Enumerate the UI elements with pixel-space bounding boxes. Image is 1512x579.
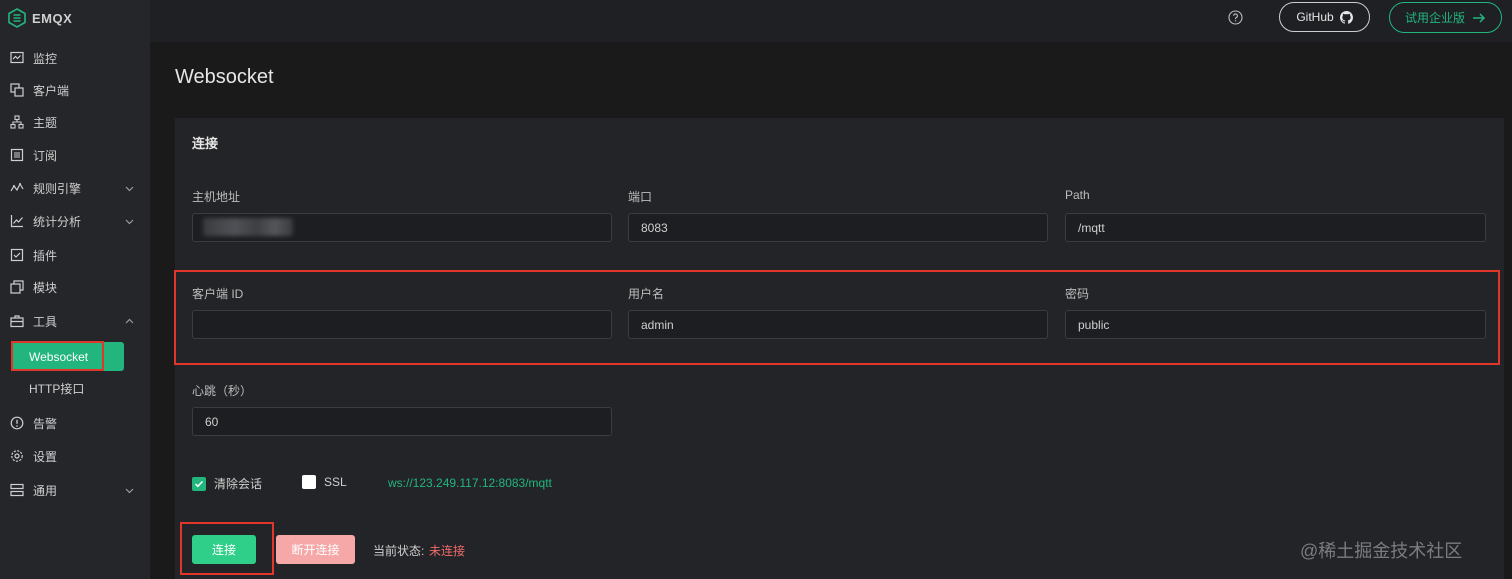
sidebar-item-label: 规则引擎 xyxy=(33,181,82,196)
chevron-down-icon xyxy=(125,184,134,193)
chevron-down-icon xyxy=(125,486,134,495)
clients-icon xyxy=(10,83,24,97)
sidebar-item-settings[interactable]: 设置 xyxy=(0,443,150,469)
password-label: 密码 xyxy=(1065,287,1090,301)
path-label: Path xyxy=(1065,188,1090,202)
sidebar-item-label: 订阅 xyxy=(33,148,58,163)
sidebar-item-label: 模块 xyxy=(33,280,58,295)
disconnect-button[interactable]: 断开连接 xyxy=(276,535,355,564)
github-button[interactable]: GitHub xyxy=(1279,2,1370,32)
connect-button[interactable]: 连接 xyxy=(192,535,256,564)
chevron-down-icon xyxy=(125,217,134,226)
topics-icon xyxy=(10,115,24,129)
sidebar-item-label: 统计分析 xyxy=(33,214,82,229)
sidebar: EMQX 监控 客户端 主题 订阅 规则引擎 统计分析 插件 模块 工具 Web… xyxy=(0,0,150,579)
general-icon xyxy=(10,483,24,497)
sidebar-item-label: 客户端 xyxy=(33,83,70,98)
client-id-label: 客户端 ID xyxy=(192,287,244,301)
gear-icon xyxy=(10,449,24,463)
username-input[interactable] xyxy=(628,310,1048,339)
sidebar-subitem-http-api[interactable]: HTTP接口 xyxy=(0,375,150,401)
sidebar-item-label: 设置 xyxy=(33,449,58,464)
sidebar-item-label: 通用 xyxy=(33,483,58,498)
path-input[interactable] xyxy=(1065,213,1486,242)
sidebar-item-general[interactable]: 通用 xyxy=(0,477,150,503)
sidebar-item-modules[interactable]: 模块 xyxy=(0,274,150,300)
rule-engine-icon xyxy=(10,181,24,195)
chevron-up-icon xyxy=(125,317,134,326)
arrow-right-icon xyxy=(1473,12,1486,23)
redacted-host-value xyxy=(203,218,293,236)
sidebar-item-label: 监控 xyxy=(33,51,58,66)
connection-card xyxy=(175,118,1504,579)
sidebar-item-label: 告警 xyxy=(33,416,58,431)
port-label: 端口 xyxy=(628,190,653,204)
sidebar-item-tools[interactable]: 工具 xyxy=(0,308,150,334)
checkbox-unchecked-icon xyxy=(302,475,316,489)
checkbox-checked-icon xyxy=(192,476,206,491)
page-title: Websocket xyxy=(175,66,274,88)
brand-name: EMQX xyxy=(32,10,73,26)
sidebar-item-plugins[interactable]: 插件 xyxy=(0,242,150,268)
sidebar-item-monitor[interactable]: 监控 xyxy=(0,45,150,71)
modules-icon xyxy=(10,280,24,294)
ssl-label: SSL xyxy=(324,475,347,489)
sidebar-item-label: 插件 xyxy=(33,248,58,263)
ssl-checkbox[interactable]: SSL xyxy=(302,475,347,489)
sidebar-item-label: 工具 xyxy=(33,314,58,329)
keepalive-input[interactable] xyxy=(192,407,612,436)
sidebar-item-rule-engine[interactable]: 规则引擎 xyxy=(0,175,150,201)
alarm-icon xyxy=(10,416,24,430)
sidebar-item-analytics[interactable]: 统计分析 xyxy=(0,208,150,234)
password-input[interactable] xyxy=(1065,310,1486,339)
subscriptions-icon xyxy=(10,148,24,162)
watermark: @稀土掘金技术社区 xyxy=(1300,541,1463,561)
port-input[interactable] xyxy=(628,213,1048,242)
sidebar-item-clients[interactable]: 客户端 xyxy=(0,77,150,103)
sidebar-item-alarm[interactable]: 告警 xyxy=(0,410,150,436)
client-id-input[interactable] xyxy=(192,310,612,339)
websocket-url: ws://123.249.117.12:8083/mqtt xyxy=(388,476,552,490)
section-title: 连接 xyxy=(192,136,219,151)
question-icon[interactable] xyxy=(1228,10,1243,25)
logo[interactable]: EMQX xyxy=(8,8,72,28)
sidebar-item-subscriptions[interactable]: 订阅 xyxy=(0,142,150,168)
status-value: 未连接 xyxy=(429,544,466,558)
clean-session-checkbox[interactable]: 清除会话 xyxy=(192,475,262,492)
username-label: 用户名 xyxy=(628,287,665,301)
github-button-label: GitHub xyxy=(1296,10,1334,24)
sidebar-item-label: 主题 xyxy=(33,115,58,130)
github-icon xyxy=(1339,10,1353,24)
emqx-logo-icon xyxy=(8,8,26,28)
monitor-icon xyxy=(10,51,24,65)
plugins-icon xyxy=(10,248,24,262)
status-label: 当前状态: xyxy=(373,544,425,558)
try-enterprise-button[interactable]: 试用企业版 xyxy=(1389,2,1502,33)
try-enterprise-label: 试用企业版 xyxy=(1404,11,1465,25)
sidebar-item-topics[interactable]: 主题 xyxy=(0,109,150,135)
tools-icon xyxy=(10,314,24,328)
keepalive-label: 心跳（秒） xyxy=(192,384,253,398)
clean-session-label: 清除会话 xyxy=(214,477,263,491)
host-label: 主机地址 xyxy=(192,190,241,204)
sidebar-subitem-websocket[interactable]: Websocket xyxy=(11,342,124,371)
analytics-icon xyxy=(10,214,24,228)
